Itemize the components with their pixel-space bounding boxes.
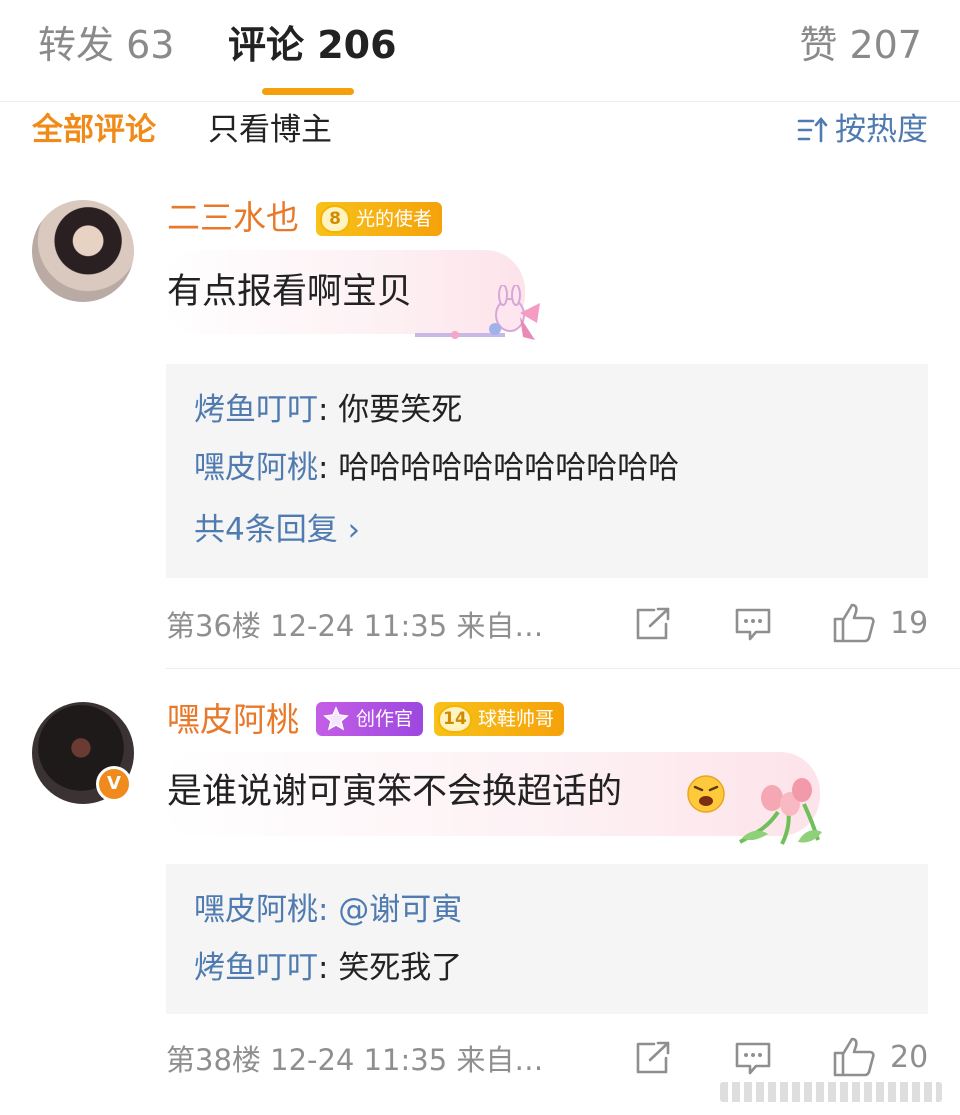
reply-item: 嘿皮阿桃: 哈哈哈哈哈哈哈哈哈哈哈 bbox=[194, 448, 679, 488]
share-button[interactable] bbox=[634, 1040, 672, 1076]
reply-text: : 笑死我了 bbox=[318, 950, 463, 986]
tab-comments[interactable]: 评论 206 bbox=[228, 22, 397, 68]
share-button[interactable] bbox=[634, 606, 672, 642]
reply-button[interactable] bbox=[734, 1040, 772, 1078]
comment-username[interactable]: 二三水也 bbox=[167, 198, 299, 238]
reply-author[interactable]: 嘿皮阿桃 bbox=[194, 450, 318, 486]
thumbs-up-icon bbox=[833, 603, 875, 643]
comment-icon bbox=[735, 608, 771, 641]
comment-username[interactable]: 嘿皮阿桃 bbox=[167, 700, 299, 740]
reply-preview-box[interactable]: 烤鱼叮叮: 你要笑死 嘿皮阿桃: 哈哈哈哈哈哈哈哈哈哈哈 共4条回复 › bbox=[166, 364, 928, 578]
verified-badge-icon: V bbox=[96, 766, 132, 802]
tulip-decoration-icon bbox=[739, 778, 822, 845]
reply-item: 嘿皮阿桃: @谢可寅 bbox=[194, 890, 462, 930]
reply-item: 烤鱼叮叮: 你要笑死 bbox=[194, 390, 462, 430]
avatar[interactable] bbox=[32, 200, 134, 302]
share-icon bbox=[636, 1041, 670, 1074]
active-tab-indicator bbox=[262, 88, 354, 95]
fan-badge[interactable]: 14 球鞋帅哥 bbox=[434, 702, 565, 736]
like-button[interactable]: 19 bbox=[832, 602, 928, 644]
reply-author[interactable]: 烤鱼叮叮 bbox=[194, 950, 318, 986]
like-count: 19 bbox=[890, 605, 929, 641]
badge-title: 球鞋帅哥 bbox=[478, 708, 555, 730]
reply-author[interactable]: 嘿皮阿桃 bbox=[194, 892, 318, 928]
like-button[interactable]: 20 bbox=[832, 1036, 928, 1078]
view-all-replies-link[interactable]: 共4条回复 › bbox=[194, 510, 360, 550]
thumbs-up-icon bbox=[833, 1037, 875, 1077]
filter-owner-only[interactable]: 只看博主 bbox=[208, 110, 332, 150]
badge-level: 8 bbox=[320, 205, 350, 233]
creator-badge[interactable]: 创作官 bbox=[316, 702, 424, 736]
comment-divider bbox=[166, 668, 960, 669]
sort-label: 按热度 bbox=[835, 112, 928, 148]
tab-bar: 转发 63 评论 206 赞 207 bbox=[0, 0, 960, 102]
badge-level: 14 bbox=[438, 705, 472, 733]
tab-likes[interactable]: 赞 207 bbox=[799, 22, 922, 68]
reply-preview-box[interactable]: 嘿皮阿桃: @谢可寅 烤鱼叮叮: 笑死我了 bbox=[166, 864, 928, 1014]
like-count: 20 bbox=[890, 1039, 929, 1075]
reply-author[interactable]: 烤鱼叮叮 bbox=[194, 392, 318, 428]
reply-text[interactable]: : @谢可寅 bbox=[318, 892, 462, 928]
comment-text: 是谁说谢可寅笨不会换超话的 bbox=[167, 772, 623, 812]
tab-reposts[interactable]: 转发 63 bbox=[38, 22, 174, 68]
creator-badge-icon bbox=[323, 706, 349, 731]
watermark-bar bbox=[720, 1082, 942, 1102]
reply-text: : 哈哈哈哈哈哈哈哈哈哈哈 bbox=[318, 450, 680, 486]
comment-meta: 第36楼 12-24 11:35 来自… bbox=[166, 609, 544, 643]
comment-filter-row: 全部评论 只看博主 按热度 bbox=[0, 102, 960, 162]
reply-button[interactable] bbox=[734, 606, 772, 644]
badge-title: 创作官 bbox=[356, 708, 414, 730]
bunny-bow-decoration-icon bbox=[415, 285, 540, 340]
sort-by-popularity-button[interactable]: 按热度 bbox=[797, 110, 928, 150]
comment-icon bbox=[735, 1042, 771, 1075]
comment-text: 有点报看啊宝贝 bbox=[167, 272, 413, 312]
angry-emoji-icon bbox=[687, 775, 725, 813]
comment-meta: 第38楼 12-24 11:35 来自… bbox=[166, 1043, 544, 1077]
fan-badge[interactable]: 8 光的使者 bbox=[316, 202, 443, 236]
reply-text: : 你要笑死 bbox=[318, 392, 463, 428]
sort-icon bbox=[797, 116, 828, 143]
share-icon bbox=[636, 607, 670, 640]
reply-item: 烤鱼叮叮: 笑死我了 bbox=[194, 948, 462, 988]
filter-all-comments[interactable]: 全部评论 bbox=[32, 110, 156, 150]
badge-title: 光的使者 bbox=[356, 208, 433, 230]
